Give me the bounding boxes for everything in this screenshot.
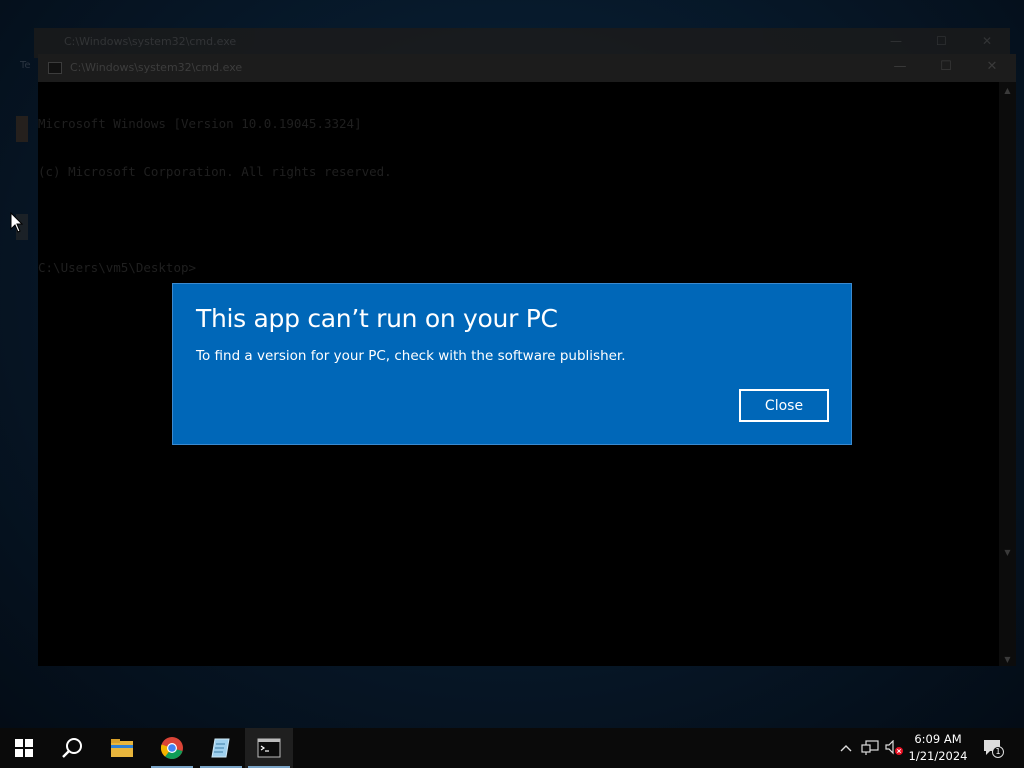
taskbar-file-explorer[interactable] xyxy=(98,728,146,768)
taskbar-chrome[interactable] xyxy=(148,728,196,768)
show-hidden-icons-icon[interactable] xyxy=(836,738,856,758)
notification-center-button[interactable]: 1 xyxy=(982,738,1004,758)
taskbar-notepad[interactable] xyxy=(197,728,245,768)
taskbar: 6:09 AM 1/21/2024 1 xyxy=(0,728,1024,768)
app-error-dialog: This app can’t run on your PC To find a … xyxy=(172,283,852,445)
vertical-scrollbar[interactable]: ▲ ▼ ▼ xyxy=(999,82,1016,666)
minimize-icon[interactable]: — xyxy=(890,34,902,48)
desktop-label: Te xyxy=(20,60,31,71)
close-icon[interactable]: ✕ xyxy=(982,59,1002,74)
console-line: (c) Microsoft Corporation. All rights re… xyxy=(38,164,392,179)
system-clock[interactable]: 6:09 AM 1/21/2024 xyxy=(904,731,972,765)
start-icon xyxy=(15,739,33,757)
clock-date: 1/21/2024 xyxy=(908,749,968,763)
chrome-icon xyxy=(160,737,183,759)
scroll-down-icon[interactable]: ▼ xyxy=(999,655,1016,664)
scroll-up-icon[interactable]: ▲ xyxy=(999,86,1016,95)
cmd-title: C:\Windows\system32\cmd.exe xyxy=(70,61,243,74)
close-button[interactable]: Close xyxy=(739,389,829,422)
console-prompt: C:\Users\vm5\Desktop> xyxy=(38,260,197,275)
search-button[interactable] xyxy=(48,728,96,768)
close-icon[interactable]: ✕ xyxy=(982,34,992,48)
scroll-down-icon[interactable]: ▼ xyxy=(999,548,1016,557)
network-icon[interactable] xyxy=(860,738,880,758)
taskbar-cmd[interactable] xyxy=(245,728,293,768)
search-icon xyxy=(62,738,82,758)
cmd-titlebar[interactable]: C:\Windows\system32\cmd.exe — ☐ ✕ xyxy=(38,54,1016,82)
dialog-message: To find a version for your PC, check wit… xyxy=(196,348,626,364)
mouse-cursor-icon xyxy=(10,212,24,233)
volume-muted-icon[interactable] xyxy=(884,738,904,758)
file-explorer-icon xyxy=(111,739,133,757)
clock-time: 6:09 AM xyxy=(914,732,962,746)
notification-count-badge: 1 xyxy=(992,746,1004,758)
maximize-icon[interactable]: ☐ xyxy=(936,34,947,48)
background-cmd-title: C:\Windows\system32\cmd.exe xyxy=(64,35,237,48)
desktop-shortcut-icon[interactable] xyxy=(16,116,28,142)
console-line: Microsoft Windows [Version 10.0.19045.33… xyxy=(38,116,362,131)
cmd-app-icon xyxy=(48,62,62,74)
maximize-icon[interactable]: ☐ xyxy=(936,59,956,74)
dialog-heading: This app can’t run on your PC xyxy=(196,304,558,333)
notepad-icon xyxy=(211,738,230,758)
start-button[interactable] xyxy=(0,728,48,768)
cmd-icon xyxy=(257,738,281,758)
minimize-icon[interactable]: — xyxy=(890,59,910,74)
